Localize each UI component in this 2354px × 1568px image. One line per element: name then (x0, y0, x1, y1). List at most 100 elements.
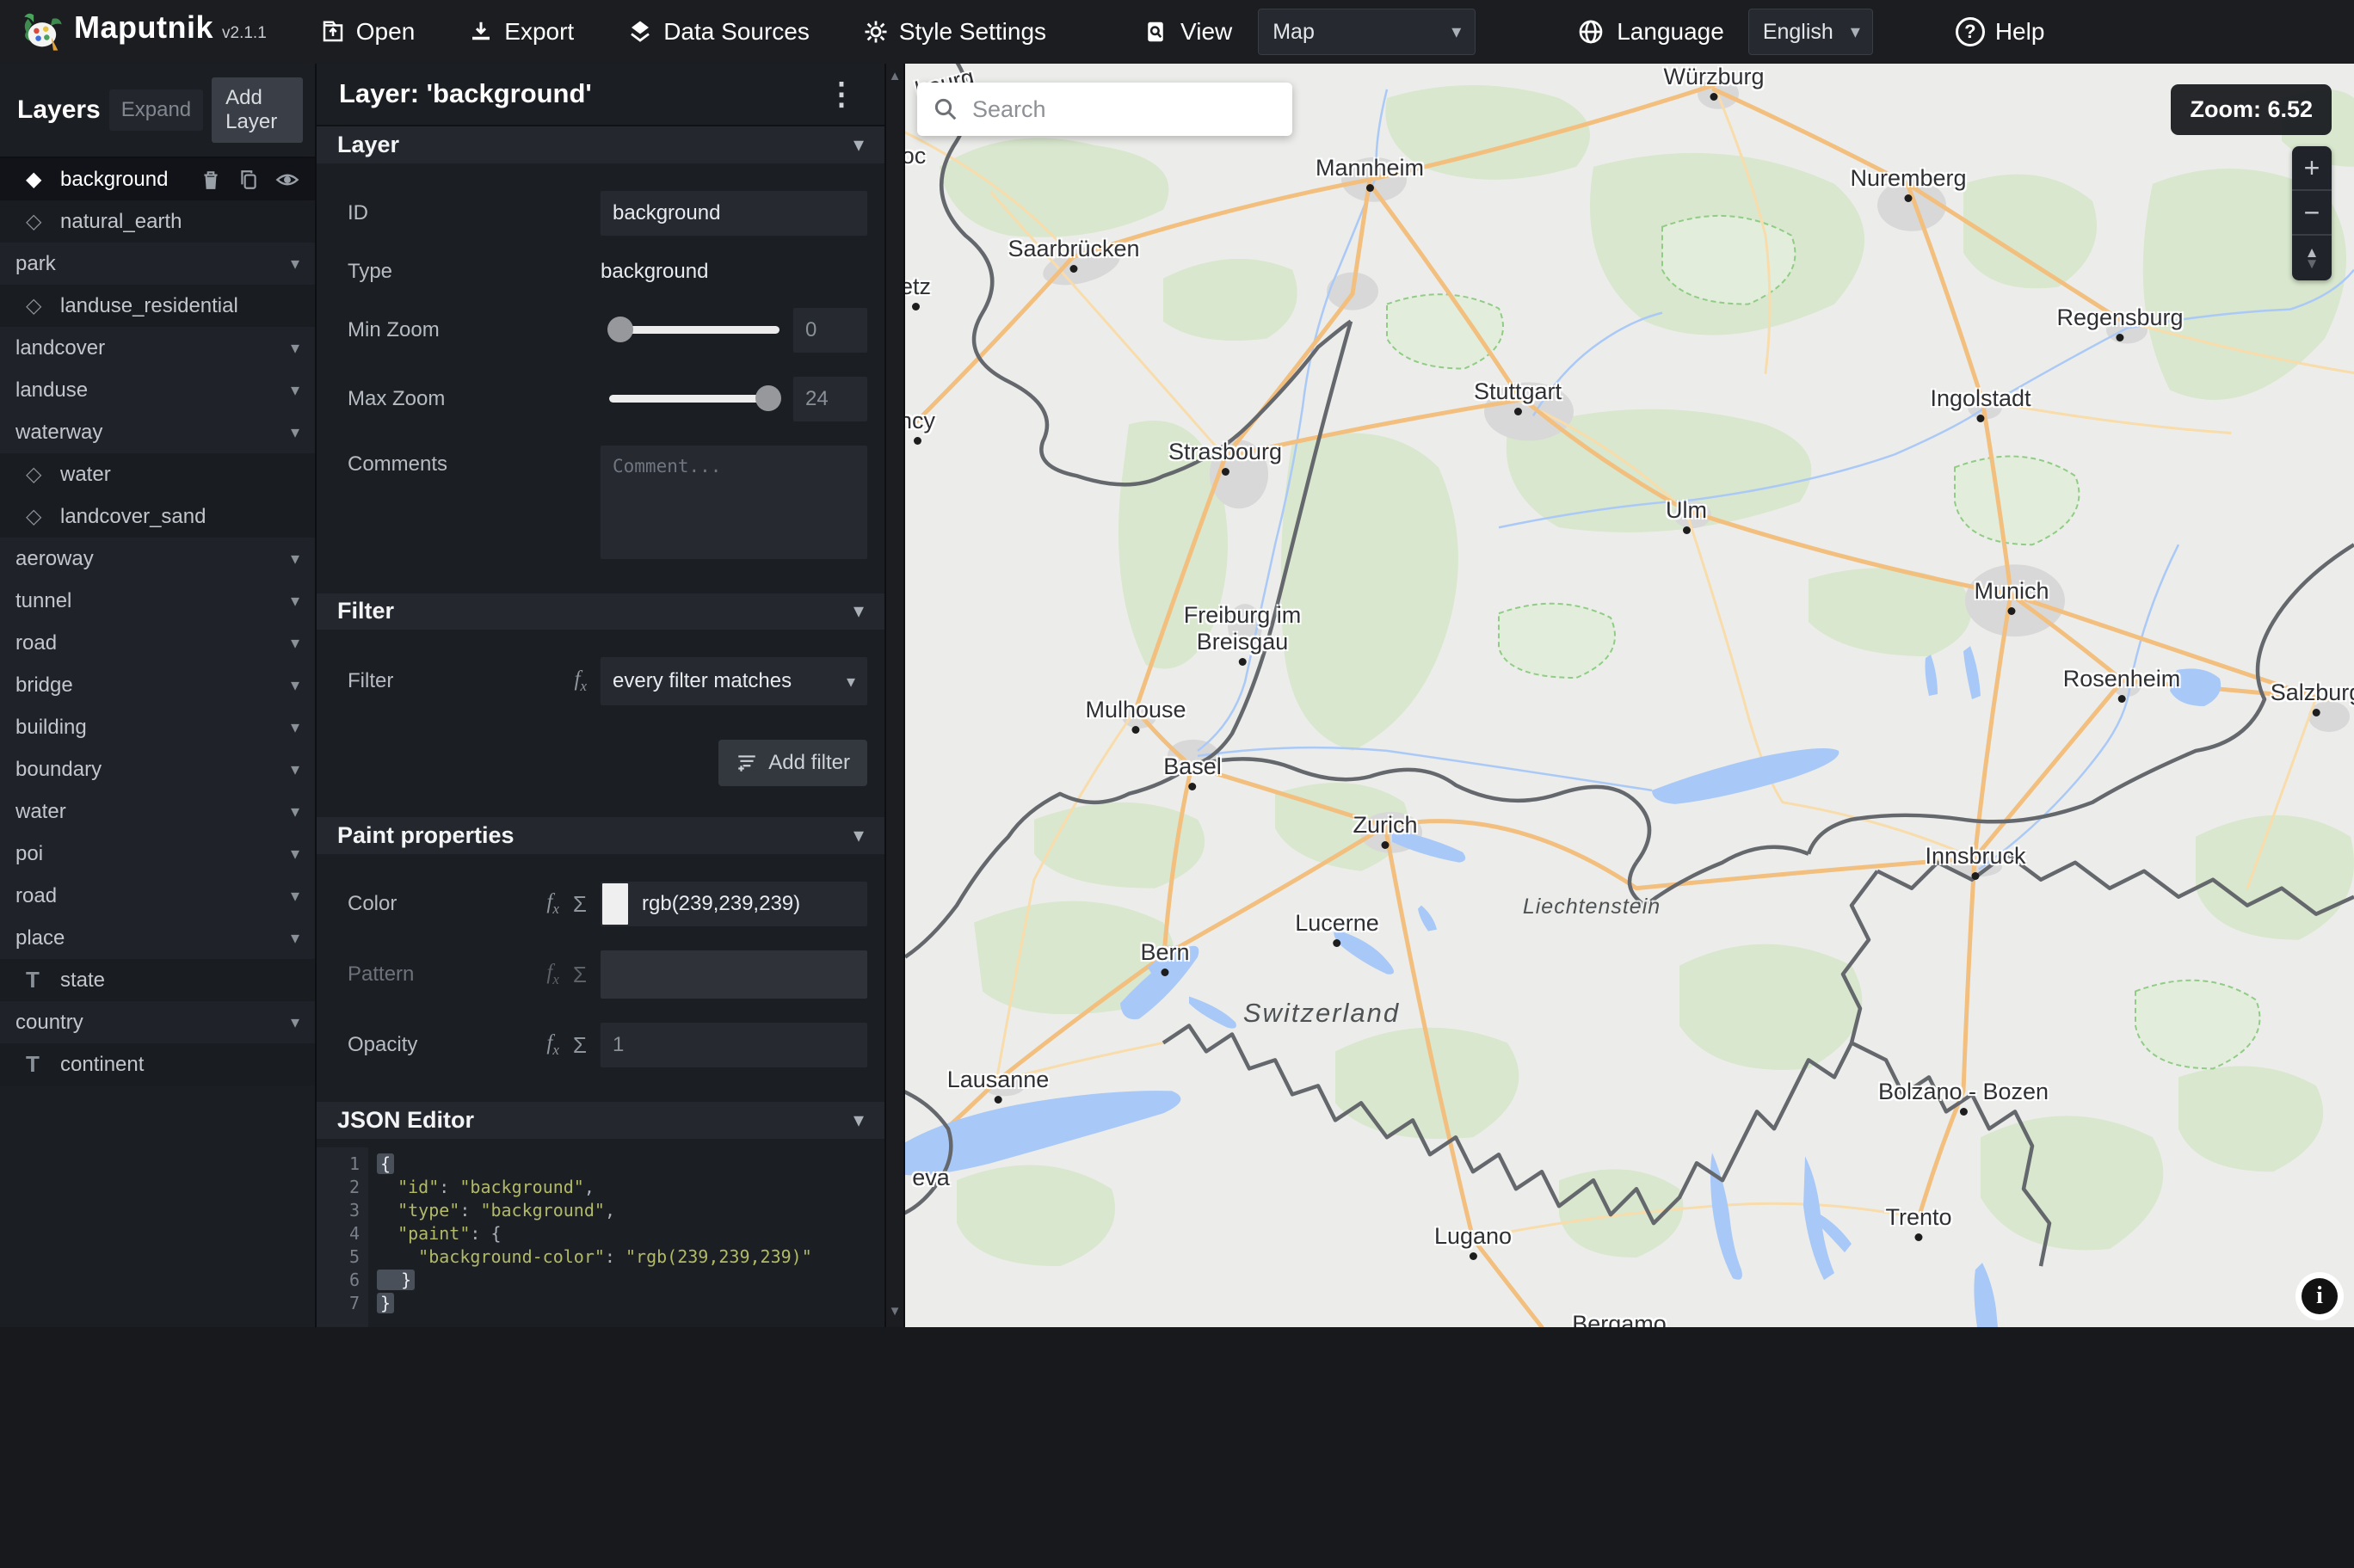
layer-row-landcover_sand[interactable]: ◇ landcover_sand (0, 495, 315, 538)
add-layer-button[interactable]: Add Layer (212, 77, 303, 143)
layer-row-building[interactable]: building ▾ (0, 706, 315, 748)
menu-help[interactable]: ? Help (1955, 17, 2044, 46)
fx-icon[interactable]: fx (575, 667, 588, 695)
menu-data-sources[interactable]: Data Sources (627, 18, 810, 46)
layer-label: poi (15, 841, 44, 865)
layer-row-aeroway[interactable]: aeroway ▾ (0, 538, 315, 580)
sigma-icon[interactable]: Σ (573, 891, 587, 918)
layer-row-boundary[interactable]: boundary ▾ (0, 748, 315, 790)
line-number: 3 (348, 1199, 360, 1221)
layer-row-place[interactable]: place ▾ (0, 917, 315, 959)
chevron-down-icon: ▾ (290, 550, 299, 569)
fx-icon[interactable]: fx (546, 1031, 559, 1059)
view-icon (1148, 22, 1163, 42)
chevron-down-icon: ▾ (290, 760, 299, 779)
layer-row-continent[interactable]: Tcontinent (0, 1043, 315, 1085)
layer-row-water[interactable]: ◇ water (0, 453, 315, 495)
slider-thumb[interactable] (607, 317, 633, 343)
fx-icon[interactable]: fx (546, 961, 559, 988)
language-select[interactable]: English ▾ (1747, 9, 1873, 55)
fx-icon[interactable]: fx (546, 890, 559, 918)
view-select[interactable]: Map ▾ (1258, 9, 1476, 55)
code-line: "type": "background", (397, 1199, 615, 1221)
line-number: 6 (348, 1269, 360, 1290)
layer-row-background[interactable]: ◆ background (0, 158, 315, 200)
layer-row-road[interactable]: road ▾ (0, 622, 315, 664)
info-icon: i (2302, 1278, 2338, 1314)
line-number: 2 (348, 1176, 360, 1197)
menu-export[interactable]: Export (468, 18, 574, 46)
menu-style-settings[interactable]: Style Settings (863, 18, 1046, 46)
chevron-down-icon: ▾ (290, 381, 299, 400)
layer-row-country[interactable]: country ▾ (0, 1001, 315, 1043)
layer-row-state[interactable]: Tstate (0, 959, 315, 1001)
sigma-icon[interactable]: Σ (573, 1032, 587, 1059)
layer-label: landuse_residential (60, 293, 238, 317)
map-canvas[interactable]: bourgocWürzburgMannheimNurembergSaarbrüc… (905, 64, 2354, 1327)
min-zoom-field[interactable] (793, 307, 867, 353)
layer-row-bridge[interactable]: bridge ▾ (0, 664, 315, 706)
diamond-filled-icon: ◆ (26, 168, 42, 191)
pattern-field[interactable] (601, 950, 867, 999)
max-zoom-slider[interactable] (609, 385, 781, 412)
expand-button[interactable]: Expand (108, 89, 204, 131)
code-line: } (377, 1292, 884, 1315)
maputnik-logo-icon (24, 13, 62, 51)
attribution-button[interactable]: i (2295, 1272, 2344, 1320)
json-editor[interactable]: 1234567 { "id": "background", "type": "b… (317, 1139, 884, 1327)
layer-row-landcover[interactable]: landcover ▾ (0, 327, 315, 369)
compass-button[interactable]: ▲ ▼ (2292, 236, 2332, 280)
visibility-eye-icon[interactable] (275, 168, 299, 192)
map-search-input[interactable] (972, 95, 1277, 123)
section-filter[interactable]: Filter ▾ (317, 593, 884, 630)
add-filter-button[interactable]: Add filter (718, 740, 867, 787)
layer-row-water[interactable]: water ▾ (0, 790, 315, 833)
layer-row-tunnel[interactable]: tunnel ▾ (0, 580, 315, 622)
layer-row-poi[interactable]: poi ▾ (0, 833, 315, 875)
add-filter-icon (738, 755, 756, 772)
layer-row-waterway[interactable]: waterway ▾ (0, 411, 315, 453)
scroll-up-icon[interactable]: ▲ (886, 69, 903, 83)
layer-row-landuse[interactable]: landuse ▾ (0, 369, 315, 411)
layer-row-landuse_residential[interactable]: ◇ landuse_residential (0, 285, 315, 327)
section-layer[interactable]: Layer ▾ (317, 126, 884, 163)
layer-label: landcover_sand (60, 504, 206, 528)
layer-row-park[interactable]: park ▾ (0, 243, 315, 285)
comments-field[interactable] (601, 445, 867, 559)
slider-thumb[interactable] (755, 385, 781, 412)
section-paint-properties[interactable]: Paint properties ▾ (317, 817, 884, 855)
layer-row-road[interactable]: road ▾ (0, 875, 315, 917)
json-code[interactable]: { "id": "background", "type": "backgroun… (368, 1147, 884, 1327)
language-label: Language (1617, 18, 1724, 45)
color-swatch[interactable] (602, 883, 628, 925)
layer-label: boundary (15, 757, 102, 781)
section-json-editor[interactable]: JSON Editor ▾ (317, 1102, 884, 1139)
layer-row-natural_earth[interactable]: ◇ natural_earth (0, 200, 315, 243)
zoom-out-button[interactable]: − (2292, 191, 2332, 236)
layer-label: building (15, 715, 87, 739)
layer-label: road (15, 630, 58, 655)
line-number: 5 (348, 1245, 360, 1267)
layer-label: country (15, 1010, 83, 1034)
map-search-bar[interactable] (917, 83, 1292, 136)
sigma-icon[interactable]: Σ (573, 962, 587, 988)
color-field[interactable] (601, 882, 867, 927)
opacity-field[interactable] (601, 1023, 867, 1068)
code-line: { (377, 1153, 884, 1176)
type-label: Type (348, 259, 393, 283)
zoom-in-button[interactable]: + (2292, 146, 2332, 191)
max-zoom-field[interactable] (793, 376, 867, 421)
kebab-menu-icon[interactable]: ⋮ (821, 76, 862, 112)
globe-icon (1579, 20, 1603, 44)
view-label: View (1180, 18, 1233, 45)
scroll-down-icon[interactable]: ▼ (886, 1304, 903, 1319)
menu-open[interactable]: Open (320, 18, 415, 46)
delete-layer-icon[interactable] (200, 169, 222, 191)
layer-list: ◆ background ◇ natural_earth park ▾ ◇ landuse_r… (0, 158, 315, 1327)
panel-scrollbar[interactable]: ▲ ▼ (886, 64, 905, 1327)
layer-label: road (15, 883, 58, 907)
duplicate-layer-icon[interactable] (237, 169, 260, 191)
min-zoom-slider[interactable] (607, 317, 780, 343)
filter-combinator-select[interactable]: every filter matches ▾ (601, 657, 867, 706)
id-field[interactable] (601, 190, 867, 236)
